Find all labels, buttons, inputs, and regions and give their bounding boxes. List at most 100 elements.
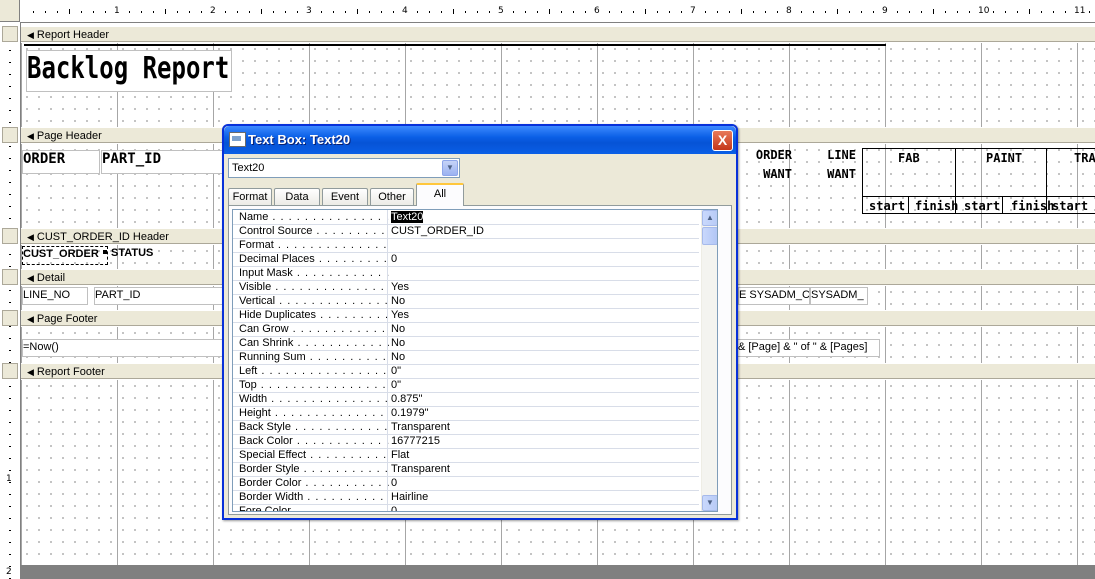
trac-label[interactable]: TRAC [1074,151,1095,165]
property-value[interactable]: No [387,294,703,308]
ruler-tick [777,11,778,13]
tab-other[interactable]: Other [370,188,414,205]
scroll-thumb[interactable] [702,227,717,245]
section-selector[interactable] [2,228,18,244]
property-value[interactable]: CUST_ORDER_ID [387,224,703,238]
property-row[interactable]: Can Grow . . . . . . . . . . . . . . . .… [233,322,699,337]
property-row[interactable]: Hide Duplicates . . . . . . . . . . . . … [233,308,699,323]
ruler-tick [609,11,610,13]
scroll-up-icon[interactable]: ▲ [702,210,717,226]
property-value[interactable]: Text20 [387,210,703,224]
property-value[interactable] [387,266,703,280]
property-value[interactable] [387,238,703,252]
property-row[interactable]: Height . . . . . . . . . . . . . . . . .… [233,406,699,421]
property-row[interactable]: Back Color . . . . . . . . . . . . . . .… [233,434,699,449]
ruler-tick [33,11,34,13]
property-value-text: Transparent [391,421,450,433]
start-label[interactable]: start [1052,199,1088,213]
property-value[interactable]: 0" [387,364,703,378]
property-row[interactable]: Visible . . . . . . . . . . . . . . . . … [233,280,699,295]
ruler-tick [9,350,11,351]
section-bar-report-header[interactable]: ◀ Report Header [21,26,1095,42]
property-value[interactable]: 0" [387,378,703,392]
ruler-tick [165,9,166,14]
property-row[interactable]: Border Width . . . . . . . . . . . . . .… [233,490,699,505]
property-row[interactable]: Left . . . . . . . . . . . . . . . . . .… [233,364,699,379]
object-selector-combo[interactable]: Text20 ▼ [228,158,460,178]
close-button[interactable]: X [712,130,733,151]
property-row[interactable]: Border Style . . . . . . . . . . . . . .… [233,462,699,477]
vertical-scrollbar[interactable]: ▲ ▼ [701,210,717,511]
report-title-label[interactable]: Backlog Report [26,50,232,92]
finish-label[interactable]: finish [915,199,958,213]
property-row[interactable]: Vertical . . . . . . . . . . . . . . . .… [233,294,699,309]
property-row[interactable]: Special Effect . . . . . . . . . . . . .… [233,448,699,463]
ruler-number: 5 [498,6,504,16]
part-id-label[interactable]: PART_ID [101,150,225,174]
property-value[interactable]: 16777215 [387,434,703,448]
property-value[interactable]: Transparent [387,462,703,476]
chevron-down-icon[interactable]: ▼ [442,160,458,176]
property-row[interactable]: Control Source . . . . . . . . . . . . .… [233,224,699,239]
property-value[interactable]: Transparent [387,420,703,434]
selection-handle[interactable] [103,250,107,254]
report-selector[interactable] [0,0,20,22]
property-value[interactable]: No [387,322,703,336]
property-row[interactable]: Format . . . . . . . . . . . . . . . . .… [233,238,699,253]
tab-all[interactable]: All [416,183,464,206]
property-row[interactable]: Top . . . . . . . . . . . . . . . . . . … [233,378,699,393]
property-row[interactable]: Input Mask . . . . . . . . . . . . . . .… [233,266,699,281]
section-selector[interactable] [2,310,18,326]
property-value[interactable]: 0.875" [387,392,703,406]
property-value[interactable]: 0.1979" [387,406,703,420]
order-want-label[interactable]: ORDER WANT [740,148,792,188]
property-row[interactable]: Fore Color . . . . . . . . . . . . . . .… [233,504,699,511]
property-row[interactable]: Border Color . . . . . . . . . . . . . .… [233,476,699,491]
paint-label[interactable]: PAINT [986,151,1022,165]
line-no-textbox[interactable]: LINE_NO [22,287,88,305]
dialog-title-bar[interactable]: Text Box: Text20 X [224,126,736,154]
property-row[interactable]: Width . . . . . . . . . . . . . . . . . … [233,392,699,407]
start-label[interactable]: start [869,199,905,213]
section-selector[interactable] [2,26,18,42]
horizontal-ruler[interactable]: 1 2 3 4 5 6 7 8 9 10 11 [0,0,1095,23]
property-row[interactable]: Decimal Places . . . . . . . . . . . . .… [233,252,699,267]
property-value[interactable]: Yes [387,280,703,294]
sysadm-textbox[interactable]: E SYSADM_C [738,287,810,305]
ruler-number: 4 [402,6,408,16]
scroll-down-icon[interactable]: ▼ [702,495,717,511]
page-number-textbox[interactable]: " & [Page] & " of " & [Pages] [730,339,880,357]
property-row[interactable]: Name . . . . . . . . . . . . . . . . . .… [233,210,699,225]
part-id-textbox[interactable]: PART_ID [94,287,226,305]
property-value[interactable]: 0 [387,252,703,266]
tab-event[interactable]: Event [322,188,368,205]
property-value[interactable]: 0 [387,504,703,511]
property-value[interactable]: 0 [387,476,703,490]
vertical-ruler[interactable]: 12 [0,22,21,579]
fab-label[interactable]: FAB [898,151,920,165]
now-textbox[interactable]: =Now() [22,339,226,357]
property-value[interactable]: Hairline [387,490,703,504]
ruler-tick [837,9,838,14]
section-selector[interactable] [2,363,18,379]
property-sheet-dialog[interactable]: Text Box: Text20 X Text20 ▼ Format Data … [222,124,738,520]
finish-label[interactable]: finish [1011,199,1054,213]
property-row[interactable]: Back Style . . . . . . . . . . . . . . .… [233,420,699,435]
property-row[interactable]: Can Shrink . . . . . . . . . . . . . . .… [233,336,699,351]
property-row[interactable]: Running Sum . . . . . . . . . . . . . . … [233,350,699,365]
tab-format[interactable]: Format [228,188,272,205]
sysadm-textbox[interactable]: SYSADM_ [810,287,868,305]
section-selector[interactable] [2,127,18,143]
start-label[interactable]: start [964,199,1000,213]
property-value[interactable]: No [387,350,703,364]
property-value[interactable]: Yes [387,308,703,322]
property-value[interactable]: No [387,336,703,350]
property-value[interactable]: Flat [387,448,703,462]
tab-data[interactable]: Data [274,188,320,205]
section-selector[interactable] [2,269,18,285]
order-label[interactable]: ORDER [22,150,100,174]
property-list[interactable]: Name . . . . . . . . . . . . . . . . . .… [232,209,718,512]
cust-order-textbox[interactable]: CUST_ORDER [22,246,108,265]
status-label[interactable]: STATUS [111,246,191,263]
line-want-label[interactable]: LINE WANT [806,148,856,188]
